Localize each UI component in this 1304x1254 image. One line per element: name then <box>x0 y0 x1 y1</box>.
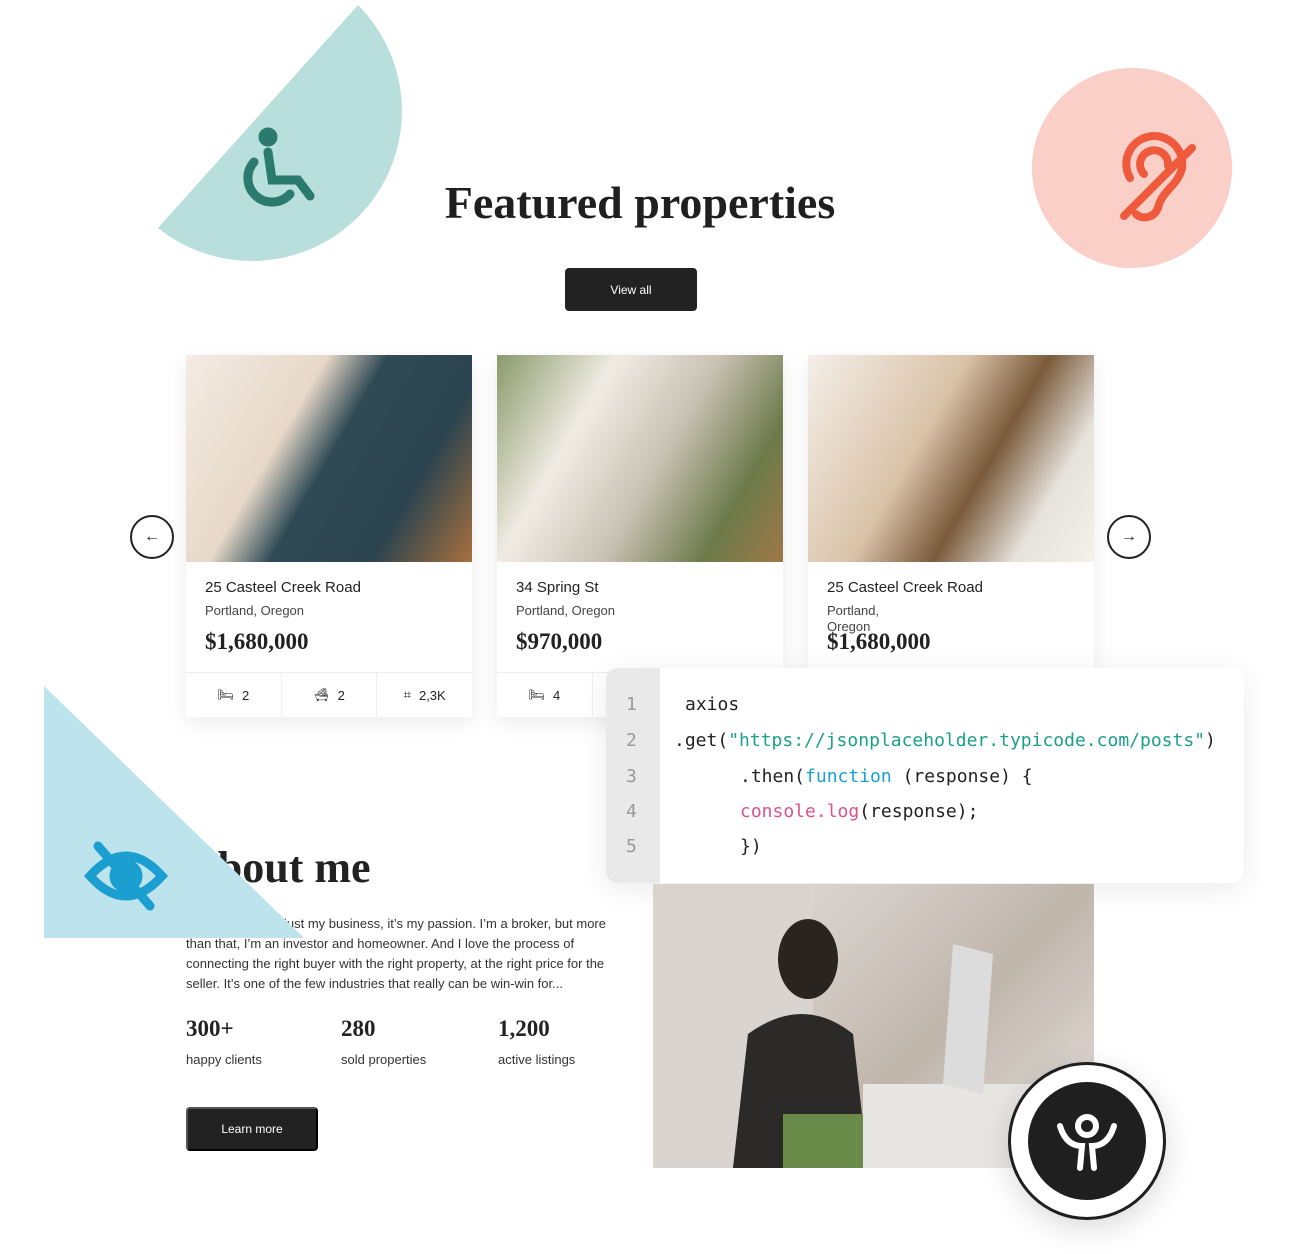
property-name: 25 Casteel Creek Road <box>205 579 361 596</box>
arrow-left-icon: ← <box>144 528 160 545</box>
code-line: }) <box>740 836 762 857</box>
stat-happy-clients: 300+ happy clients <box>186 1016 262 1067</box>
property-card[interactable]: 25 Casteel Creek Road Portland, Oregon $… <box>186 355 472 717</box>
stat-value: 300+ <box>186 1016 234 1041</box>
decor-teal-semicircle <box>158 5 402 262</box>
code-token: (response); <box>859 801 979 822</box>
code-keyword: function <box>805 766 892 787</box>
area-value: 2,3K <box>418 687 446 703</box>
property-name: 25 Casteel Creek Road <box>827 579 983 596</box>
code-line: .get("https://jsonplaceholder.typicode.c… <box>674 730 1216 751</box>
property-location: Portland, Oregon <box>516 603 616 618</box>
code-token: .then( <box>740 766 806 787</box>
property-photo <box>497 355 783 562</box>
property-card[interactable]: 25 Casteel Creek Road Portland, Oregon $… <box>808 355 1094 717</box>
code-snippet: 1 2 3 4 5 axios .get("https://jsonplaceh… <box>606 668 1244 883</box>
line-number: 4 <box>626 801 637 822</box>
carousel-next-button[interactable]: → <box>1107 515 1151 559</box>
learn-more-button[interactable]: Learn more <box>186 1107 318 1151</box>
property-price: $1,680,000 <box>205 629 309 654</box>
stat-value: 1,200 <box>498 1016 550 1041</box>
stat-label: sold properties <box>341 1052 427 1067</box>
line-number: 1 <box>626 694 637 715</box>
arrow-right-icon: → <box>1121 528 1137 545</box>
decor-hearing-circle <box>1032 68 1232 268</box>
page-title: Featured properties <box>444 177 836 228</box>
line-number: 5 <box>626 836 637 857</box>
property-price: $970,000 <box>516 629 603 654</box>
line-number: 2 <box>626 730 637 751</box>
code-token: (response) { <box>891 766 1033 787</box>
property-photo <box>808 355 1094 562</box>
beds-count: 4 <box>552 687 561 703</box>
stat-active-listings: 1,200 active listings <box>498 1016 575 1067</box>
line-number: 3 <box>626 766 637 787</box>
accessibility-person-icon <box>1057 1114 1117 1171</box>
decor-blue-triangle <box>44 686 304 938</box>
bed-icon: 🛏︎ <box>528 687 545 702</box>
code-function: console.log <box>740 801 860 822</box>
stat-value: 280 <box>341 1016 376 1041</box>
bath-icon: 🛁︎ <box>313 687 330 702</box>
property-card[interactable]: 34 Spring St Portland, Oregon $970,000 🛏… <box>497 355 783 717</box>
hearing-impaired-icon <box>1120 132 1196 222</box>
code-line: axios <box>685 694 740 715</box>
code-token: .get( <box>674 730 729 751</box>
code-token: ) <box>1205 730 1216 751</box>
view-all-button[interactable]: View all <box>565 268 697 311</box>
property-name: 34 Spring St <box>516 579 599 596</box>
stat-label: happy clients <box>186 1052 262 1067</box>
code-line: console.log(response); <box>740 801 978 822</box>
area-icon: ⌗ <box>403 687 411 702</box>
carousel-prev-button[interactable]: ← <box>130 515 174 559</box>
code-line: .then(function (response) { <box>740 766 1033 787</box>
property-location: Portland, Oregon <box>205 603 305 618</box>
baths-count: 2 <box>337 687 345 703</box>
property-photo <box>186 355 472 562</box>
property-price: $1,680,000 <box>827 629 931 654</box>
stat-label: active listings <box>498 1052 576 1067</box>
code-string: "https://jsonplaceholder.typicode.com/po… <box>728 730 1206 751</box>
accessibility-button[interactable] <box>1008 1062 1166 1220</box>
stat-sold-properties: 280 sold properties <box>341 1016 426 1067</box>
